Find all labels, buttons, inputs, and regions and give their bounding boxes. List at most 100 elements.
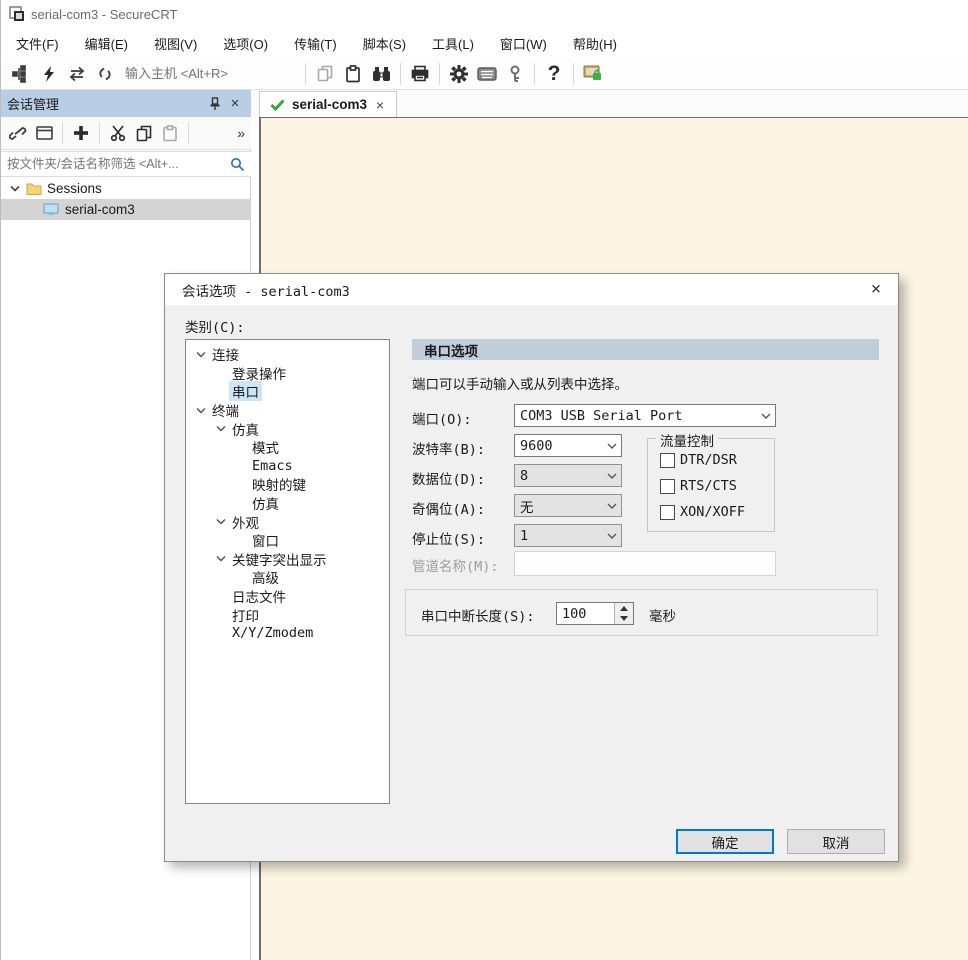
category-item-8[interactable]: 仿真 — [186, 494, 389, 513]
chevron-down-icon[interactable] — [603, 473, 621, 479]
paste-icon[interactable] — [339, 61, 367, 87]
tree-item-sessions[interactable]: Sessions — [1, 178, 251, 199]
quick-connect-icon[interactable] — [35, 61, 63, 87]
paste-icon[interactable] — [157, 121, 183, 145]
stop-bits-combobox[interactable]: 1 — [514, 524, 622, 547]
options-gear-icon[interactable] — [445, 61, 473, 87]
category-item-13[interactable]: 日志文件 — [186, 587, 389, 606]
menu-item-2[interactable]: 视图(V) — [141, 29, 210, 58]
menu-item-7[interactable]: 窗口(W) — [487, 29, 560, 58]
checkbox-icon[interactable] — [660, 478, 675, 494]
category-item-label: 关键字突出显示 — [232, 552, 327, 569]
keymap-icon[interactable] — [473, 61, 501, 87]
category-item-label: 模式 — [252, 441, 279, 458]
session-security-icon[interactable] — [579, 61, 607, 87]
chevron-down-icon[interactable] — [757, 413, 775, 419]
break-length-value[interactable]: 100 — [557, 603, 614, 624]
menu-item-0[interactable]: 文件(F) — [3, 29, 72, 58]
chevron-down-icon[interactable] — [212, 425, 229, 432]
menu-bar: 文件(F) 编辑(E) 视图(V) 选项(O) 传输(T) 脚本(S) 工具(L) 窗口(W)… — [1, 28, 968, 58]
connect-icon[interactable] — [5, 121, 31, 145]
category-item-14[interactable]: 打印 — [186, 605, 389, 625]
baud-combobox[interactable]: 9600 — [514, 434, 622, 457]
category-item-label: 外观 — [232, 515, 259, 532]
session-filter-input[interactable] — [1, 153, 224, 175]
category-item-6[interactable]: Emacs — [186, 457, 389, 476]
category-item-11[interactable]: 关键字突出显示 — [186, 550, 389, 569]
spinner-down-icon[interactable] — [615, 613, 633, 624]
new-session-icon[interactable] — [68, 121, 94, 145]
cancel-button[interactable]: 取消 — [787, 829, 885, 854]
category-item-5[interactable]: 模式 — [186, 438, 389, 457]
menu-item-5[interactable]: 脚本(S) — [350, 29, 419, 58]
chevron-down-icon[interactable] — [212, 518, 229, 525]
menu-item-4[interactable]: 传输(T) — [281, 29, 350, 58]
chevron-down-icon[interactable] — [603, 503, 621, 509]
session-manager-icon[interactable] — [7, 61, 35, 87]
category-item-0[interactable]: 连接 — [186, 345, 389, 364]
menu-item-1[interactable]: 编辑(E) — [72, 29, 141, 58]
category-item-3[interactable]: 终端 — [186, 401, 389, 420]
data-bits-combobox[interactable]: 8 — [514, 464, 622, 487]
category-item-label: 串口 — [229, 381, 262, 402]
cut-icon[interactable] — [105, 121, 131, 145]
connected-check-icon — [270, 98, 285, 111]
tab-close-icon[interactable]: × — [374, 97, 386, 113]
category-item-7[interactable]: 映射的键 — [186, 475, 389, 494]
category-item-2[interactable]: 串口 — [186, 381, 389, 402]
toolbar-separator — [400, 62, 401, 85]
copy-icon[interactable] — [311, 61, 339, 87]
stop-bits-label: 停止位(S): — [412, 532, 486, 548]
copy-icon[interactable] — [131, 121, 157, 145]
menu-item-6[interactable]: 工具(L) — [419, 29, 487, 58]
category-item-label: 仿真 — [252, 497, 279, 514]
chevron-down-icon[interactable] — [603, 533, 621, 539]
break-length-spinner[interactable]: 100 — [556, 602, 634, 625]
checkbox-icon[interactable] — [660, 452, 675, 468]
checkbox-rts-cts[interactable]: RTS/CTS — [660, 478, 737, 494]
chevron-down-icon[interactable] — [603, 443, 621, 449]
tree-item-session[interactable]: serial-com3 — [1, 199, 251, 220]
key-icon[interactable] — [501, 61, 529, 87]
pin-icon[interactable] — [205, 94, 225, 114]
dialog-close-icon[interactable]: × — [862, 276, 890, 302]
close-icon[interactable]: × — [225, 94, 245, 114]
tab-serial-com3[interactable]: serial-com3 × — [259, 91, 398, 117]
checkbox-dtr-dsr[interactable]: DTR/DSR — [660, 452, 737, 468]
category-tree: 连接 登录操作 串口 终端 仿真 模式 Emacs 映射的键 仿真 外观 窗口 关键字突出显示 高级 日志… — [185, 339, 390, 804]
port-combobox[interactable]: COM3 USB Serial Port — [514, 404, 776, 427]
new-window-icon[interactable] — [31, 121, 57, 145]
chevron-down-icon[interactable] — [7, 185, 23, 192]
checkbox-label: DTR/DSR — [680, 452, 737, 468]
category-item-4[interactable]: 仿真 — [186, 419, 389, 439]
menu-item-3[interactable]: 选项(O) — [210, 29, 281, 58]
toolbar-separator — [573, 62, 574, 85]
host-input[interactable] — [125, 61, 300, 86]
print-icon[interactable] — [406, 61, 434, 87]
ok-button[interactable]: 确定 — [676, 829, 774, 854]
checkbox-xon-xoff[interactable]: XON/XOFF — [660, 504, 745, 520]
parity-combobox[interactable]: 无 — [514, 494, 622, 517]
toolbar-overflow-icon[interactable]: » — [237, 125, 245, 141]
category-item-1[interactable]: 登录操作 — [186, 364, 389, 383]
chevron-down-icon[interactable] — [212, 555, 229, 562]
category-item-10[interactable]: 窗口 — [186, 531, 389, 550]
category-item-15[interactable]: X/Y/Zmodem — [186, 624, 389, 643]
reconnect-icon[interactable] — [63, 61, 91, 87]
help-icon[interactable]: ? — [540, 61, 568, 87]
find-icon[interactable] — [367, 61, 395, 87]
parity-value: 无 — [520, 499, 534, 516]
break-length-unit: 毫秒 — [649, 609, 676, 625]
spinner-up-icon[interactable] — [615, 603, 633, 614]
category-item-9[interactable]: 外观 — [186, 512, 389, 532]
baud-label: 波特率(B): — [412, 442, 486, 458]
menu-item-8[interactable]: 帮助(H) — [560, 29, 630, 58]
chevron-down-icon[interactable] — [192, 407, 209, 414]
search-icon[interactable] — [224, 157, 251, 172]
category-item-label: 窗口 — [252, 534, 279, 551]
category-item-12[interactable]: 高级 — [186, 568, 389, 587]
checkbox-icon[interactable] — [660, 504, 675, 520]
disconnect-icon[interactable] — [91, 61, 119, 87]
tree-folder-label: Sessions — [47, 181, 102, 196]
chevron-down-icon[interactable] — [192, 351, 209, 358]
